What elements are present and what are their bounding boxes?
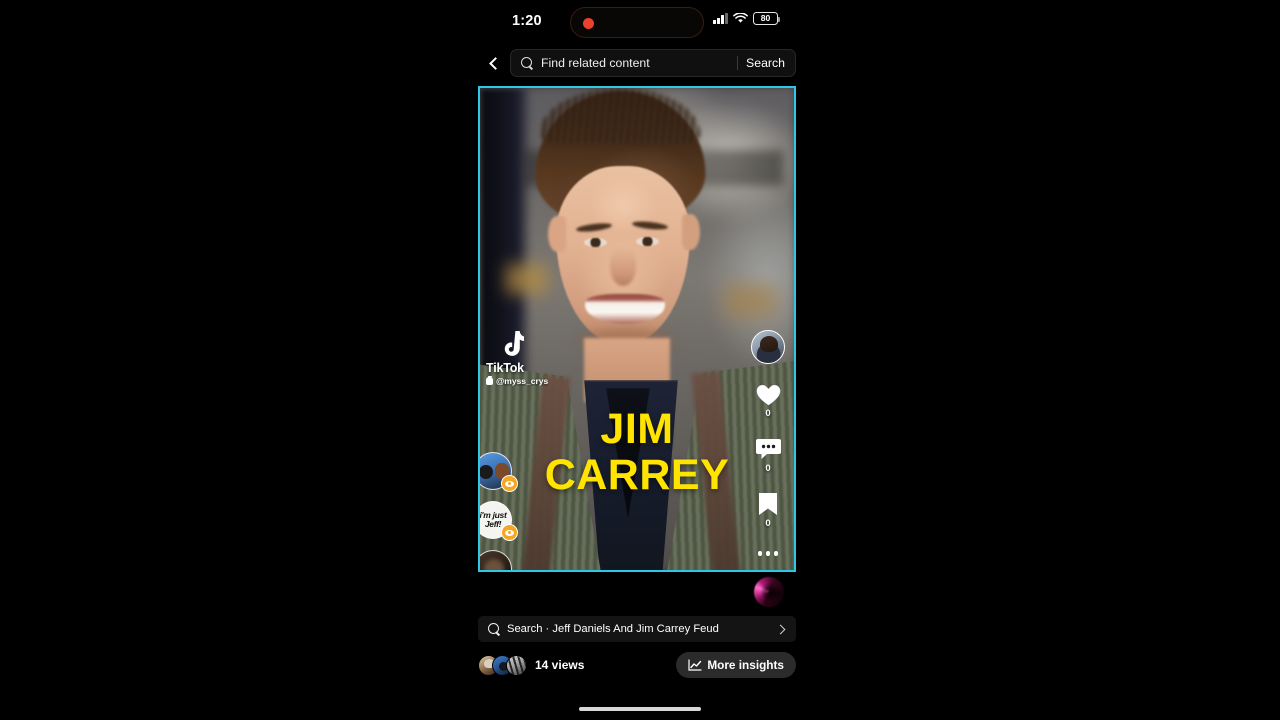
person-icon — [486, 376, 493, 385]
tiktok-username: @myss_crys — [496, 376, 549, 386]
sticker-stack: i'm just Jeff! — [480, 452, 518, 570]
video-background-light-left — [506, 264, 548, 294]
video-background-light-right — [724, 284, 776, 318]
sticker-thumbnail-2[interactable]: i'm just Jeff! — [480, 501, 518, 541]
search-submit-button[interactable]: Search — [746, 56, 791, 70]
status-bar: 1:20 80 — [470, 0, 810, 44]
viewer-avatar-stack[interactable] — [478, 654, 527, 676]
views-label: 14 views — [535, 658, 585, 672]
tiktok-note-icon — [498, 330, 524, 360]
subject-eye-right — [636, 237, 659, 246]
chevron-right-icon — [775, 624, 786, 634]
heart-icon — [755, 384, 781, 407]
music-disc-area — [478, 572, 796, 616]
viewer-avatar-3 — [506, 654, 527, 676]
subject-ear-left — [548, 216, 566, 252]
battery-level: 80 — [760, 13, 771, 24]
search-suggestion-row[interactable]: Search · Jeff Daniels And Jim Carrey Feu… — [478, 616, 796, 642]
status-indicators: 80 — [713, 12, 781, 25]
dynamic-island — [570, 7, 704, 38]
sticker-2-line-2: Jeff! — [484, 519, 502, 529]
views-group: 14 views — [478, 654, 585, 676]
wifi-icon — [733, 13, 748, 23]
video-frame — [480, 88, 794, 570]
screen-root: 1:20 80 Find related content Search JIM … — [0, 0, 1280, 720]
comment-bubble-icon — [755, 439, 781, 459]
video-action-rail: 0 0 0 — [748, 330, 788, 556]
tiktok-watermark: TikTok @myss_crys — [486, 330, 548, 386]
record-dot-icon — [583, 18, 594, 29]
subject-nose — [610, 248, 636, 286]
home-indicator[interactable] — [579, 707, 701, 711]
more-insights-button[interactable]: More insights — [676, 652, 796, 678]
search-input[interactable]: Find related content — [541, 56, 735, 70]
phone-viewport: 1:20 80 Find related content Search JIM … — [470, 0, 810, 720]
search-divider — [737, 56, 739, 70]
tiktok-username-row: @myss_crys — [486, 376, 548, 386]
eye-badge-icon — [501, 475, 518, 492]
search-icon — [488, 622, 501, 636]
search-icon — [521, 56, 534, 70]
comment-button[interactable]: 0 — [755, 437, 782, 474]
bookmark-button[interactable]: 0 — [757, 492, 779, 529]
subject-eye-left — [584, 238, 607, 247]
line-chart-icon — [688, 659, 702, 671]
more-horizontal-icon[interactable] — [757, 551, 779, 556]
status-time: 1:20 — [512, 13, 542, 29]
bookmark-count: 0 — [765, 518, 771, 529]
like-button[interactable]: 0 — [755, 382, 782, 419]
music-disc-icon[interactable] — [754, 577, 784, 607]
sticker-thumbnail-1[interactable] — [480, 452, 518, 492]
chevron-left-icon — [489, 56, 502, 70]
eye-badge-icon — [501, 524, 518, 541]
comment-count: 0 — [765, 463, 771, 474]
subject-ear-right — [682, 214, 700, 250]
video-player[interactable]: JIM CARREY TikTok @myss_crys 0 0 0 i'm j… — [478, 86, 796, 572]
bookmark-icon — [759, 493, 777, 515]
search-input-container[interactable]: Find related content Search — [510, 49, 796, 77]
sticker-3-image — [480, 550, 512, 570]
search-suggestion-text: Search · Jeff Daniels And Jim Carrey Feu… — [507, 623, 719, 635]
battery-icon: 80 — [753, 12, 781, 25]
views-bar: 14 views More insights — [478, 650, 796, 680]
tiktok-brand-label: TikTok — [486, 361, 524, 375]
like-count: 0 — [765, 408, 771, 419]
cellular-bars-icon — [713, 13, 728, 24]
creator-avatar[interactable] — [751, 330, 785, 364]
more-insights-label: More insights — [707, 658, 784, 672]
back-button[interactable] — [482, 48, 506, 78]
top-search-bar: Find related content Search — [470, 44, 810, 82]
sticker-thumbnail-3[interactable] — [480, 550, 512, 570]
